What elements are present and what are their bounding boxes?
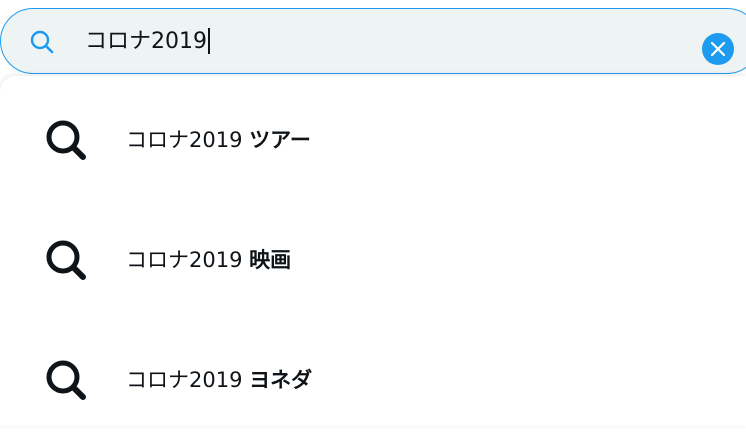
clear-search-button[interactable] — [702, 33, 734, 65]
suggestion-query: コロナ2019 — [126, 368, 243, 392]
suggestion-completion: ツアー — [249, 128, 311, 152]
search-input-value: コロナ2019 — [85, 29, 207, 54]
search-icon — [44, 358, 88, 402]
text-caret — [208, 28, 210, 54]
close-icon — [710, 41, 726, 57]
suggestion-text: コロナ2019 映画 — [126, 246, 291, 274]
suggestion-item[interactable]: コロナ2019 ツアー — [0, 76, 746, 196]
suggestion-query: コロナ2019 — [126, 128, 243, 152]
suggestion-text: コロナ2019 ヨネダ — [126, 366, 312, 394]
suggestion-completion: ヨネダ — [249, 368, 313, 392]
suggestion-item[interactable]: コロナ2019 映画 — [0, 196, 746, 316]
suggestion-query: コロナ2019 — [126, 248, 243, 272]
search-bar[interactable]: コロナ2019 — [0, 8, 746, 74]
search-icon — [29, 29, 55, 55]
suggestion-item[interactable]: コロナ2019 ヨネダ — [0, 316, 746, 436]
search-icon — [44, 118, 88, 162]
suggestion-text: コロナ2019 ツアー — [126, 126, 311, 154]
search-icon — [44, 238, 88, 282]
search-input[interactable]: コロナ2019 — [85, 25, 210, 59]
suggestion-dropdown: コロナ2019 ツアー コロナ2019 映画 コロナ2019 ヨネダ — [0, 76, 746, 426]
suggestion-completion: 映画 — [249, 248, 292, 272]
